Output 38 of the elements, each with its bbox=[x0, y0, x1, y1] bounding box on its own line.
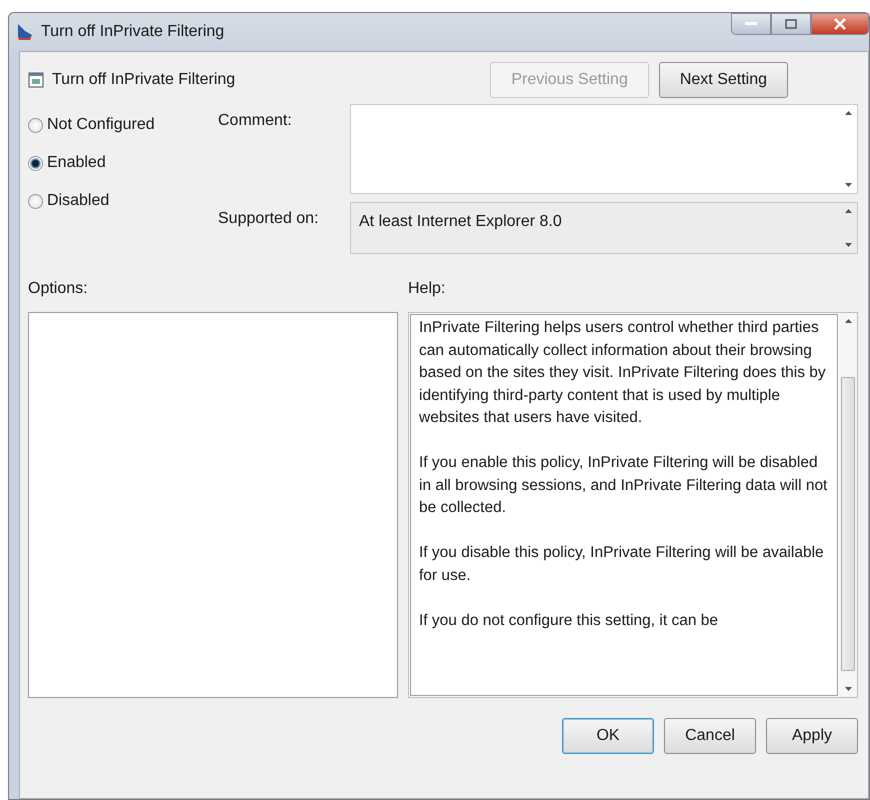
comment-field[interactable] bbox=[350, 104, 858, 194]
help-paragraph: If you do not configure this setting, it can be bbox=[419, 610, 719, 630]
scroll-up-icon bbox=[844, 111, 852, 115]
scrollbar[interactable] bbox=[839, 313, 857, 697]
scroll-down-icon bbox=[844, 183, 852, 187]
radio-button[interactable] bbox=[28, 118, 43, 132]
policy-icon bbox=[28, 72, 44, 88]
supported-on-field: At least Internet Explorer 8.0 bbox=[350, 202, 858, 254]
comment-label: Comment: bbox=[218, 111, 293, 131]
maximize-icon bbox=[785, 19, 797, 29]
radio-label[interactable]: Disabled bbox=[47, 192, 110, 210]
dialog-button[interactable]: Apply bbox=[766, 718, 858, 754]
options-label: Options: bbox=[28, 280, 89, 299]
minimize-icon bbox=[745, 22, 757, 26]
scroll-down-icon bbox=[844, 243, 852, 247]
dialog-button[interactable]: OK bbox=[562, 718, 654, 754]
scroll-down-icon bbox=[844, 687, 852, 691]
dialog-button[interactable]: Cancel bbox=[664, 718, 756, 754]
setting-title: Turn off InPrivate Filtering bbox=[52, 71, 236, 89]
help-paragraph: InPrivate Filtering helps users control whether third parties can automatically collect information about their browsing based on the sites they visit. InPrivate Filtering does this by identifying third-party content that is used by multiple websites that users have visited. bbox=[419, 318, 827, 428]
close-icon bbox=[833, 18, 847, 30]
help-paragraph: If you enable this policy, InPrivate Filtering will be disabled in all browsing sessions, and InPrivate Filtering data will not be collected. bbox=[419, 453, 828, 518]
radio-button[interactable] bbox=[28, 156, 43, 170]
help-label: Help: bbox=[408, 280, 446, 299]
scroll-up-icon bbox=[844, 209, 852, 213]
close-button[interactable] bbox=[811, 13, 869, 35]
radio-button[interactable] bbox=[28, 194, 43, 208]
radio-label[interactable]: Enabled bbox=[47, 154, 106, 172]
maximize-button[interactable] bbox=[771, 13, 811, 35]
supported-on-label: Supported on: bbox=[218, 209, 320, 229]
nav-button[interactable]: Next Setting bbox=[658, 62, 788, 98]
window-title: Turn off InPrivate Filtering bbox=[41, 23, 224, 41]
minimize-button[interactable] bbox=[731, 13, 771, 35]
help-paragraph: If you disable this policy, InPrivate Filtering will be available for use. bbox=[419, 543, 825, 586]
scroll-up-icon bbox=[844, 319, 852, 323]
radio-label[interactable]: Not Configured bbox=[47, 116, 155, 134]
app-icon bbox=[15, 22, 35, 42]
scroll-thumb[interactable] bbox=[841, 377, 855, 671]
